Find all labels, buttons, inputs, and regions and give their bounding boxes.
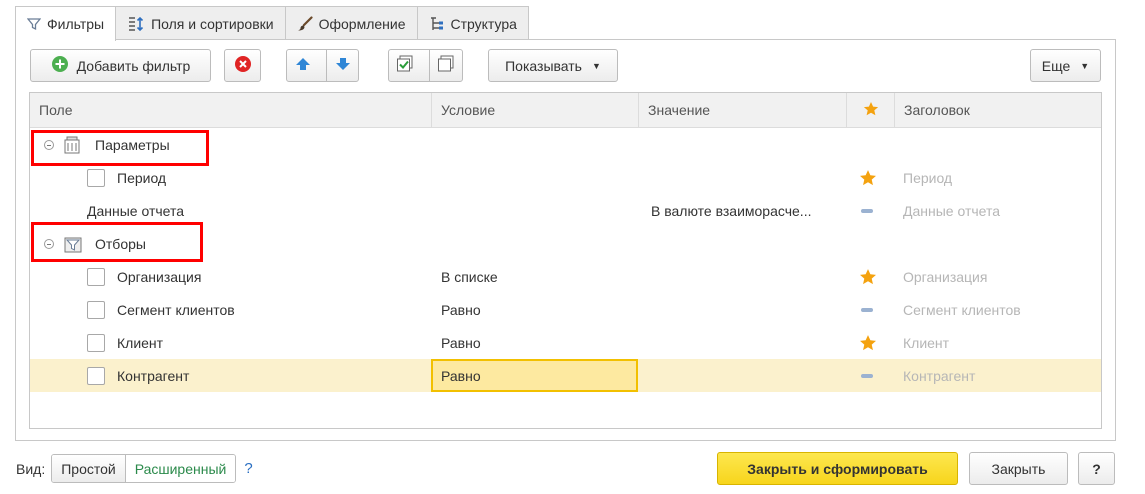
more-button[interactable]: Еще ▼	[1030, 49, 1101, 82]
table-row[interactable]: Сегмент клиентов Равно Сегмент клиентов	[30, 293, 1101, 326]
tab-label: Фильтры	[47, 16, 105, 32]
star-icon[interactable]	[859, 161, 877, 194]
column-title[interactable]: Заголовок	[895, 93, 1103, 127]
annotation-box	[31, 130, 209, 166]
view-advanced-button[interactable]: Расширенный	[124, 455, 236, 482]
view-help-link[interactable]: ?	[244, 460, 252, 477]
chevron-down-icon: ▼	[591, 60, 601, 71]
move-buttons	[286, 49, 359, 82]
field-cell: Контрагент	[117, 367, 190, 384]
field-cell: Сегмент клиентов	[117, 301, 235, 318]
close-and-build-button[interactable]: Закрыть и сформировать	[717, 452, 958, 485]
table-row-selected[interactable]: Контрагент Равно Контрагент	[30, 359, 1101, 392]
delete-button[interactable]	[224, 49, 261, 82]
show-dropdown-button[interactable]: Показывать ▼	[488, 49, 618, 82]
tab-appearance[interactable]: Оформление	[284, 6, 418, 40]
title-cell: Сегмент клиентов	[903, 301, 1021, 318]
star-icon[interactable]	[859, 260, 877, 293]
dash-icon[interactable]	[861, 373, 873, 378]
structure-icon	[429, 16, 445, 32]
column-use[interactable]	[847, 93, 895, 127]
table-header: Поле Условие Значение Заголовок	[30, 93, 1101, 128]
condition-cell[interactable]: В списке	[441, 260, 498, 293]
title-cell: Клиент	[903, 334, 950, 351]
condition-edit-cell[interactable]: Равно	[431, 359, 638, 392]
arrow-up-icon	[295, 57, 311, 74]
add-filter-label: Добавить фильтр	[76, 57, 191, 74]
title-cell: Период	[903, 169, 953, 186]
star-icon[interactable]	[859, 326, 877, 359]
filter-icon	[27, 17, 41, 31]
uncheck-all-icon	[437, 55, 455, 76]
tab-fields-sort[interactable]: Поля и сортировки	[115, 6, 286, 40]
help-button[interactable]: ?	[1078, 452, 1115, 485]
view-label: Вид:	[16, 460, 46, 477]
show-label: Показывать	[505, 57, 582, 74]
uncheck-all-button[interactable]	[429, 50, 462, 81]
table-row[interactable]: Клиент Равно Клиент	[30, 326, 1101, 359]
tab-filters[interactable]: Фильтры	[15, 6, 117, 41]
fields-sort-icon	[127, 16, 145, 32]
star-icon	[863, 101, 879, 120]
title-cell: Контрагент	[903, 367, 976, 384]
tab-bar: Фильтры Поля и сортировки Оформление Стр…	[15, 6, 529, 41]
move-down-button[interactable]	[326, 50, 358, 81]
annotation-box	[31, 222, 203, 262]
view-simple-button[interactable]: Простой	[52, 455, 125, 482]
tab-label: Структура	[450, 15, 517, 32]
column-value[interactable]: Значение	[639, 93, 847, 127]
title-cell: Данные отчета	[903, 202, 1001, 219]
chevron-down-icon: ▼	[1080, 60, 1090, 71]
move-up-button[interactable]	[287, 50, 318, 81]
check-all-icon	[396, 55, 414, 76]
row-checkbox[interactable]	[87, 333, 105, 352]
row-checkbox[interactable]	[87, 168, 105, 187]
dash-icon[interactable]	[861, 208, 873, 213]
column-field[interactable]: Поле	[30, 93, 432, 127]
check-all-button[interactable]	[389, 50, 421, 81]
tab-label: Оформление	[318, 15, 406, 32]
check-buttons	[388, 49, 463, 82]
value-cell[interactable]: В валюте взаиморасче...	[651, 194, 811, 227]
table-row[interactable]: Организация В списке Организация	[30, 260, 1101, 293]
field-cell: Клиент	[117, 334, 164, 351]
brush-icon	[297, 15, 313, 32]
condition-cell[interactable]: Равно	[441, 326, 481, 359]
add-filter-button[interactable]: Добавить фильтр	[30, 49, 211, 82]
row-checkbox[interactable]	[87, 366, 105, 385]
row-checkbox[interactable]	[87, 300, 105, 319]
tab-structure[interactable]: Структура	[416, 6, 529, 40]
view-switcher: Вид: Простой Расширенный ?	[16, 452, 253, 485]
delete-icon	[234, 55, 252, 76]
close-button[interactable]: Закрыть	[969, 452, 1068, 485]
column-condition[interactable]: Условие	[432, 93, 639, 127]
tab-label: Поля и сортировки	[151, 15, 274, 32]
title-cell: Организация	[903, 268, 988, 285]
dash-icon[interactable]	[861, 307, 873, 312]
condition-cell[interactable]: Равно	[441, 293, 481, 326]
more-label: Еще	[1041, 57, 1071, 74]
row-checkbox[interactable]	[87, 267, 105, 286]
field-cell: Организация	[117, 268, 202, 285]
filters-panel: Добавить фильтр Показывать ▼ Еще ▼ Поле …	[15, 39, 1116, 441]
arrow-down-icon	[335, 57, 351, 74]
add-icon	[51, 55, 69, 76]
filters-table: Поле Условие Значение Заголовок Параметр…	[29, 92, 1102, 429]
